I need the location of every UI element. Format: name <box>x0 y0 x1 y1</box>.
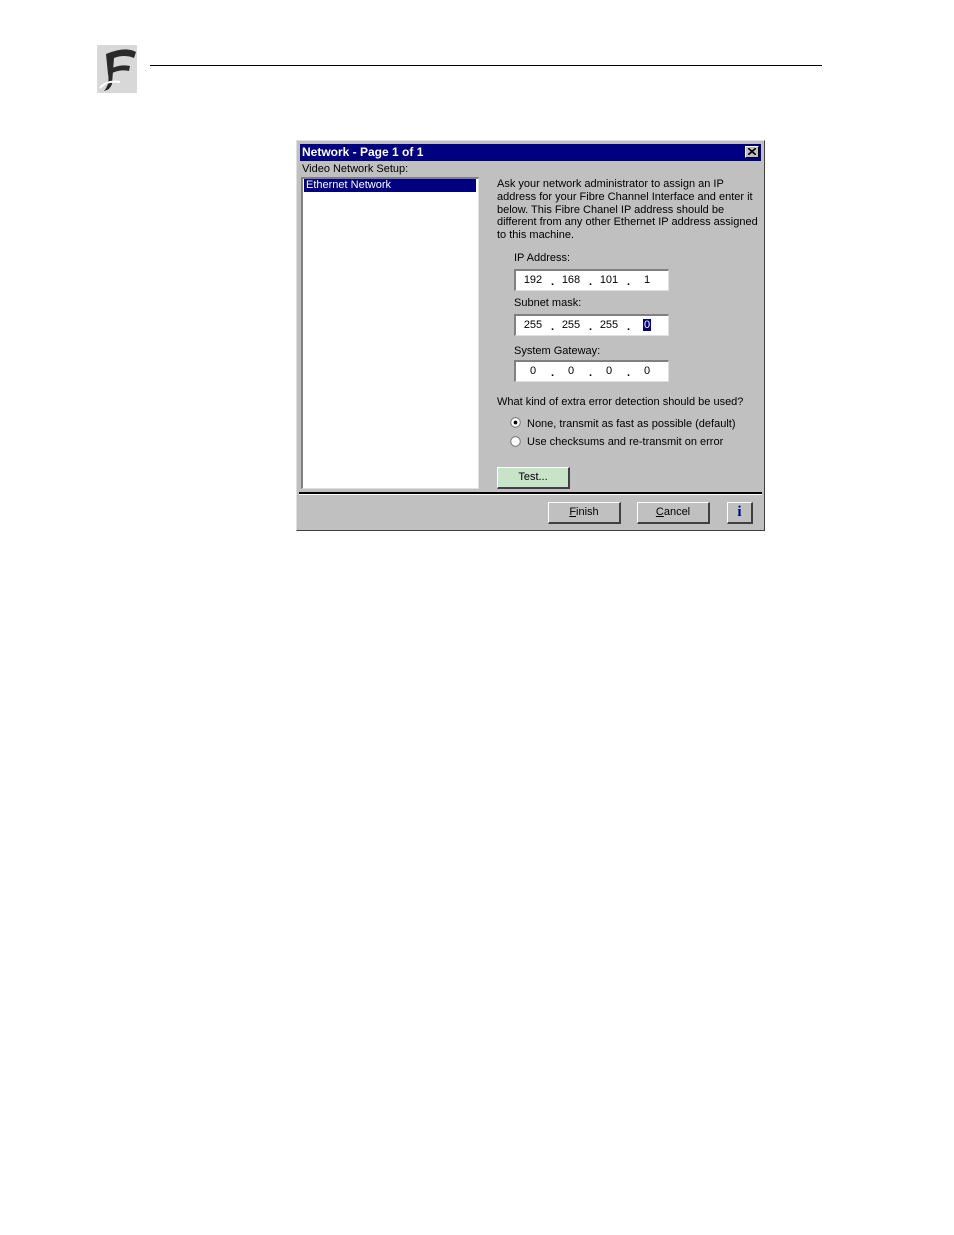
button-separator-highlight <box>299 494 762 495</box>
gateway-dot: . <box>627 367 631 379</box>
close-button[interactable] <box>745 146 759 158</box>
network-dialog: Network - Page 1 of 1 Video Network Setu… <box>296 140 765 531</box>
subnet-dot: . <box>627 321 631 333</box>
ip-dot: . <box>589 276 593 288</box>
subnet-octet-2[interactable]: 255 <box>557 318 585 332</box>
subnet-dot: . <box>589 321 593 333</box>
gateway-octet-4[interactable]: 0 <box>633 364 661 378</box>
ip-octet-3[interactable]: 101 <box>595 273 623 287</box>
subnet-octet-4[interactable]: 0 <box>633 318 661 332</box>
dialog-title: Network - Page 1 of 1 <box>302 145 424 159</box>
list-item-ethernet-network[interactable]: Ethernet Network <box>304 179 476 192</box>
info-icon: i <box>737 504 742 520</box>
finish-label: inish <box>576 506 599 518</box>
ip-dot: . <box>627 276 631 288</box>
subnet-dot: . <box>551 321 555 333</box>
ip-octet-2[interactable]: 168 <box>557 273 585 287</box>
ip-octet-1[interactable]: 192 <box>519 273 547 287</box>
gateway-dot: . <box>551 367 555 379</box>
ip-dot: . <box>551 276 555 288</box>
gateway-octet-3[interactable]: 0 <box>595 364 623 378</box>
instructions-text: Ask your network administrator to assign… <box>497 178 758 242</box>
ip-octet-4[interactable]: 1 <box>633 273 661 287</box>
cancel-mnemonic: C <box>655 506 664 518</box>
radio-none-transmit-fast[interactable] <box>510 417 521 428</box>
network-listbox[interactable]: Ethernet Network <box>301 177 479 489</box>
subnet-octet-3[interactable]: 255 <box>595 318 623 332</box>
radio-label-use-checksums[interactable]: Use checksums and re-transmit on error <box>527 436 723 448</box>
cancel-label: ancel <box>663 506 691 518</box>
subnet-mask-label: Subnet mask: <box>514 297 582 309</box>
subnet-octet-1[interactable]: 255 <box>519 318 547 332</box>
company-logo-icon <box>96 44 138 94</box>
subnet-mask-field[interactable]: 255 . 255 . 255 . 0 <box>514 314 669 336</box>
finish-button[interactable]: Finish <box>548 502 621 524</box>
test-button[interactable]: Test... <box>497 467 570 489</box>
system-gateway-label: System Gateway: <box>514 345 601 357</box>
close-icon <box>748 148 756 155</box>
gateway-octet-1[interactable]: 0 <box>519 364 547 378</box>
ip-address-field[interactable]: 192 . 168 . 101 . 1 <box>514 269 669 291</box>
video-network-setup-label: Video Network Setup: <box>302 163 409 175</box>
subnet-octet-4-selected-text: 0 <box>642 319 652 331</box>
info-button[interactable]: i <box>727 502 753 524</box>
cancel-button[interactable]: Cancel <box>637 502 710 524</box>
dialog-titlebar: Network - Page 1 of 1 <box>300 144 761 161</box>
gateway-octet-2[interactable]: 0 <box>557 364 585 378</box>
radio-use-checksums[interactable] <box>510 436 521 447</box>
system-gateway-field[interactable]: 0 . 0 . 0 . 0 <box>514 360 669 382</box>
error-detection-question: What kind of extra error detection shoul… <box>497 396 744 408</box>
gateway-dot: . <box>589 367 593 379</box>
radio-label-none-transmit-fast[interactable]: None, transmit as fast as possible (defa… <box>527 418 735 430</box>
header-rule <box>150 65 822 66</box>
ip-address-label: IP Address: <box>514 252 571 264</box>
